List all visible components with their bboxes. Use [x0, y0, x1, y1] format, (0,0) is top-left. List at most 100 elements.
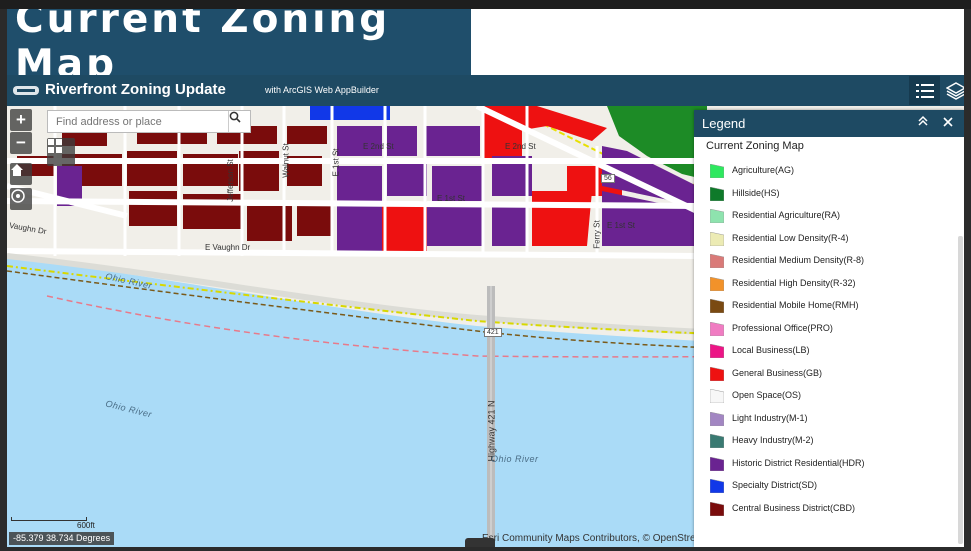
legend-label: Residential Medium Density(R-8)	[732, 255, 865, 265]
legend-label: Residential Low Density(R-4)	[732, 232, 849, 243]
legend-item: Central Business District(CBD)	[708, 498, 948, 521]
legend-swatch	[710, 186, 724, 201]
highway-label: Highway 421 N	[486, 400, 497, 462]
legend-item: Residential Medium Density(R-8)	[708, 250, 948, 273]
legend-label: Residential Mobile Home(RMH)	[732, 300, 859, 310]
route-shield: 56	[601, 174, 615, 183]
scale-label: 600ft	[77, 521, 95, 530]
map-attribution: Esri Community Maps Contributors, © Open…	[482, 533, 696, 544]
coordinate-readout[interactable]: -85.379 38.734 Degrees	[9, 532, 115, 545]
street-label: E 1st St	[437, 194, 466, 203]
street-label: E 2nd St	[505, 142, 536, 151]
legend-label: Specialty District(SD)	[732, 480, 818, 490]
legend-swatch	[710, 479, 724, 493]
legend-label: Residential High Density(R-32)	[732, 277, 856, 288]
legend-swatch	[710, 501, 724, 516]
street-label: E Vaughn Dr	[205, 243, 251, 252]
search-icon	[229, 111, 241, 123]
legend-swatch	[710, 164, 724, 178]
close-button[interactable]	[941, 114, 955, 130]
legend-item: General Business(GB)	[708, 363, 948, 386]
legend-item: Heavy Industry(M-2)	[708, 430, 948, 453]
page-banner: Current Zoning Map	[7, 9, 471, 87]
street-label: Jefferson St	[225, 159, 235, 202]
street-label: E 2nd St	[363, 142, 394, 151]
legend-label: Historic District Residential(HDR)	[732, 457, 865, 468]
home-icon	[11, 164, 23, 176]
legend-item: Open Space(OS)	[708, 385, 948, 408]
list-icon	[915, 83, 934, 98]
legend-item: Specialty District(SD)	[708, 475, 948, 498]
home-button[interactable]	[10, 163, 32, 185]
app-title: Riverfront Zoning Update	[45, 81, 226, 98]
route-shield: 421	[484, 328, 502, 337]
layers-icon	[945, 81, 964, 100]
street-label: E 1st St	[607, 221, 636, 230]
close-icon	[943, 117, 953, 127]
legend-label: Light Industry(M-1)	[732, 412, 808, 423]
legend-item: Professional Office(PRO)	[708, 318, 948, 341]
scale-bar	[11, 517, 87, 521]
search-input[interactable]	[48, 111, 228, 132]
legend-title: Legend	[702, 116, 746, 131]
legend-panel: Legend Current Zoning Map Agriculture(AG…	[694, 110, 964, 547]
legend-list: Agriculture(AG) Hillside(HS) Residential A…	[708, 160, 948, 520]
legend-swatch	[710, 434, 724, 448]
agency-logo	[13, 86, 39, 95]
layer-list-button[interactable]	[940, 76, 964, 105]
street-label: E 1st St	[331, 148, 341, 177]
legend-item: Local Business(LB)	[708, 340, 948, 363]
legend-swatch	[710, 299, 724, 313]
legend-label: Heavy Industry(M-2)	[732, 435, 814, 445]
legend-item: Agriculture(AG)	[708, 160, 948, 183]
legend-toggle-button[interactable]	[909, 76, 940, 105]
coordinate-text: -85.379 38.734 Degrees	[13, 533, 111, 543]
legend-swatch	[710, 389, 724, 403]
legend-item: Residential High Density(R-32)	[708, 273, 948, 296]
legend-item: Light Industry(M-1)	[708, 408, 948, 431]
legend-swatch	[710, 366, 724, 381]
panel-handle[interactable]	[465, 538, 495, 547]
street-label: Walnut St	[281, 143, 291, 178]
legend-header: Legend	[694, 110, 964, 137]
search-button[interactable]	[228, 111, 250, 132]
legend-scrollbar[interactable]	[958, 236, 963, 544]
legend-label: Open Space(OS)	[732, 390, 802, 400]
collapse-button[interactable]	[916, 115, 930, 131]
app-header: Riverfront Zoning Update with ArcGIS Web…	[7, 75, 964, 106]
search-box	[47, 110, 251, 133]
legend-label: Professional Office(PRO)	[732, 322, 833, 333]
zoom-out-button[interactable]: −	[10, 132, 32, 154]
legend-label: Agriculture(AG)	[732, 165, 795, 175]
locate-icon	[11, 189, 25, 203]
legend-item: Residential Mobile Home(RMH)	[708, 295, 948, 318]
river-label: Ohio River	[491, 454, 539, 464]
app-frame: Current Zoning Map Riverfront Zoning Upd…	[7, 9, 964, 547]
street-label: Ferry St	[592, 220, 602, 249]
locate-button[interactable]	[10, 188, 32, 210]
top-strip	[0, 0, 971, 9]
legend-item: Hillside(HS)	[708, 183, 948, 206]
legend-swatch	[710, 209, 724, 223]
legend-swatch	[710, 344, 724, 358]
app-subtitle: with ArcGIS Web AppBuilder	[265, 85, 379, 95]
legend-swatch	[710, 321, 724, 336]
legend-swatch	[710, 276, 724, 291]
legend-label: General Business(GB)	[732, 367, 823, 378]
basemap-gallery-button[interactable]	[47, 138, 75, 166]
grid-icon	[48, 139, 62, 153]
legend-swatch	[710, 231, 724, 246]
legend-label: Hillside(HS)	[732, 187, 780, 198]
legend-swatch	[710, 456, 724, 471]
legend-layer-title: Current Zoning Map	[706, 140, 804, 152]
legend-item: Residential Agriculture(RA)	[708, 205, 948, 228]
legend-label: Central Business District(CBD)	[732, 502, 856, 513]
legend-label: Local Business(LB)	[732, 345, 810, 355]
zoom-in-button[interactable]: +	[10, 109, 32, 131]
chevron-up-icon	[918, 115, 928, 126]
legend-swatch	[710, 411, 724, 426]
legend-item: Residential Low Density(R-4)	[708, 228, 948, 251]
legend-item: Historic District Residential(HDR)	[708, 453, 948, 476]
legend-label: Residential Agriculture(RA)	[732, 210, 841, 220]
legend-swatch	[710, 254, 724, 268]
